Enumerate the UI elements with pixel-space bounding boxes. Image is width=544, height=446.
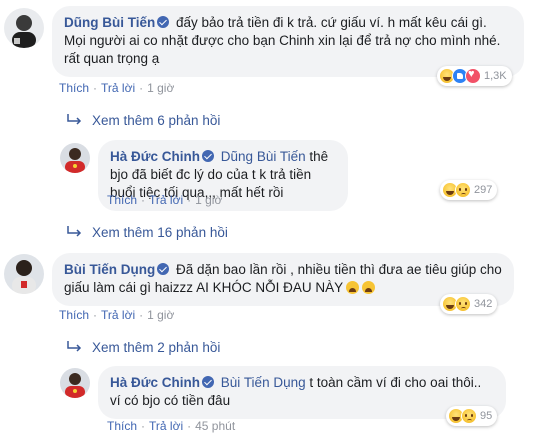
comment-author[interactable]: Dũng Bùi Tiến bbox=[64, 15, 155, 30]
comment-time[interactable]: 45 phút bbox=[195, 419, 235, 433]
reaction-count: 297 bbox=[474, 184, 493, 196]
like-link[interactable]: Thích bbox=[107, 193, 137, 207]
mention-link[interactable]: Dũng Bùi Tiến bbox=[221, 149, 306, 164]
love-reaction-icon bbox=[465, 68, 481, 84]
avatar-ha-duc-chinh[interactable] bbox=[60, 143, 90, 173]
view-more-replies[interactable]: Xem thêm 2 phản hồi bbox=[66, 339, 220, 355]
verified-badge-icon bbox=[157, 16, 170, 28]
reply-arrow-icon bbox=[67, 114, 82, 125]
comment-author[interactable]: Hà Đức Chinh bbox=[110, 375, 200, 390]
comment-actions: Thích · Trả lời · 45 phút bbox=[107, 419, 236, 433]
reply-link[interactable]: Trả lời bbox=[101, 81, 135, 95]
reaction-count: 95 bbox=[480, 410, 493, 422]
view-more-label: Xem thêm 2 phản hồi bbox=[92, 339, 221, 355]
sad-reaction-icon bbox=[461, 408, 477, 424]
avatar-ha-duc-chinh[interactable] bbox=[60, 368, 90, 398]
reply-link[interactable]: Trả lời bbox=[149, 193, 183, 207]
reaction-summary[interactable]: 1,3K bbox=[437, 66, 512, 86]
view-more-replies[interactable]: Xem thêm 6 phản hồi bbox=[66, 112, 220, 128]
avatar-dung-bui-tien[interactable] bbox=[4, 8, 44, 48]
verified-badge-icon bbox=[202, 376, 215, 388]
comment-author[interactable]: Bùi Tiến Dụng bbox=[64, 262, 155, 277]
reaction-summary[interactable]: 342 bbox=[440, 294, 498, 314]
comment-actions: Thích · Trả lời · 1 giờ bbox=[59, 81, 175, 95]
sad-reaction-icon bbox=[455, 182, 471, 198]
like-link[interactable]: Thích bbox=[59, 81, 89, 95]
reply-link[interactable]: Trả lời bbox=[101, 308, 135, 322]
view-more-label: Xem thêm 6 phản hồi bbox=[92, 112, 221, 128]
reply-link[interactable]: Trả lời bbox=[149, 419, 183, 433]
like-link[interactable]: Thích bbox=[59, 308, 89, 322]
comment-author[interactable]: Hà Đức Chinh bbox=[110, 149, 200, 164]
view-more-replies[interactable]: Xem thêm 16 phản hồi bbox=[66, 224, 228, 240]
comment-actions: Thích · Trả lời · 1 giờ bbox=[107, 193, 223, 207]
reply-bubble: Hà Đức Chinh Bùi Tiến Dụng t toàn cầm ví… bbox=[98, 366, 506, 419]
crying-emoji-icon bbox=[362, 281, 376, 294]
avatar-bui-tien-dung[interactable] bbox=[4, 254, 44, 294]
mention-link[interactable]: Bùi Tiến Dụng bbox=[221, 375, 306, 390]
like-link[interactable]: Thích bbox=[107, 419, 137, 433]
reaction-summary[interactable]: 297 bbox=[440, 180, 498, 200]
comment-time[interactable]: 1 giờ bbox=[147, 81, 174, 95]
reaction-count: 1,3K bbox=[484, 70, 507, 82]
reaction-summary[interactable]: 95 bbox=[446, 406, 498, 426]
comment-time[interactable]: 1 giờ bbox=[147, 308, 174, 322]
sad-reaction-icon bbox=[455, 296, 471, 312]
verified-badge-icon bbox=[157, 263, 170, 275]
verified-badge-icon bbox=[202, 150, 215, 162]
view-more-label: Xem thêm 16 phản hồi bbox=[92, 224, 228, 240]
reaction-count: 342 bbox=[474, 298, 493, 310]
comment-time[interactable]: 1 giờ bbox=[195, 193, 222, 207]
reply-arrow-icon bbox=[67, 226, 82, 237]
reply-arrow-icon bbox=[67, 341, 82, 352]
crying-emoji-icon bbox=[346, 281, 360, 294]
comment-actions: Thích · Trả lời · 1 giờ bbox=[59, 308, 175, 322]
